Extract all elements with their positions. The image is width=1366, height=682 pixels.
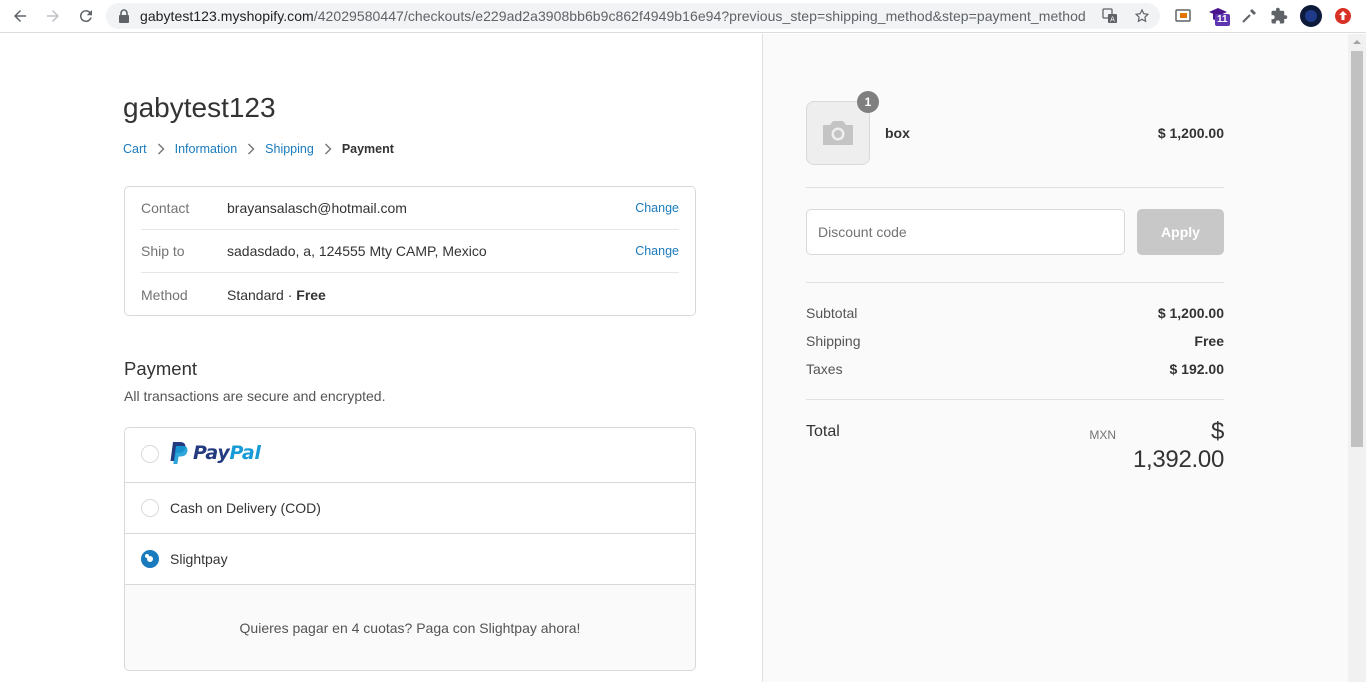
url-path: /42029580447/checkouts/e229ad2a3908bb6b9… bbox=[313, 8, 1086, 24]
divider bbox=[806, 282, 1224, 283]
store-name[interactable]: gabytest123 bbox=[123, 92, 276, 124]
breadcrumb-cart[interactable]: Cart bbox=[123, 142, 147, 156]
product-name: box bbox=[885, 125, 910, 141]
payment-option-cod[interactable]: Cash on Delivery (COD) bbox=[125, 483, 695, 534]
translate-icon[interactable]: A bbox=[1102, 8, 1118, 24]
payment-subtitle: All transactions are secure and encrypte… bbox=[124, 388, 386, 404]
paypal-wordmark-pal: Pal bbox=[229, 442, 261, 464]
review-value: Standard · Free bbox=[227, 287, 679, 303]
review-row-ship-to: Ship to sadasdado, a, 124555 Mty CAMP, M… bbox=[141, 230, 679, 273]
slightpay-description: Quieres pagar en 4 cuotas? Paga con Slig… bbox=[239, 620, 581, 636]
taxes-value: $ 192.00 bbox=[1169, 361, 1225, 377]
breadcrumb-payment: Payment bbox=[341, 142, 394, 156]
payment-title: Payment bbox=[124, 358, 198, 379]
cod-radio[interactable] bbox=[141, 499, 159, 517]
divider bbox=[806, 399, 1224, 400]
eyedropper-icon[interactable] bbox=[1239, 6, 1259, 26]
paypal-wordmark: PayPal bbox=[193, 442, 261, 464]
review-value: brayansalasch@hotmail.com bbox=[227, 200, 407, 216]
divider bbox=[806, 187, 1224, 188]
cod-label: Cash on Delivery (COD) bbox=[170, 500, 321, 516]
extension-grad-icon[interactable]: 11 bbox=[1206, 6, 1232, 26]
url-text: gabytest123.myshopify.com/42029580447/ch… bbox=[140, 8, 1086, 24]
slightpay-description-area: Quieres pagar en 4 cuotas? Paga con Slig… bbox=[125, 585, 695, 670]
apply-discount-button[interactable]: Apply bbox=[1137, 209, 1224, 255]
review-block: Contact brayansalasch@hotmail.com Change… bbox=[124, 186, 696, 316]
breadcrumb-information[interactable]: Information bbox=[175, 142, 238, 156]
discount-code-input[interactable] bbox=[806, 209, 1125, 255]
extension-badge: 11 bbox=[1215, 14, 1230, 26]
forward-button[interactable] bbox=[41, 4, 65, 28]
url-host: gabytest123.myshopify.com bbox=[140, 8, 314, 24]
back-button[interactable] bbox=[8, 4, 32, 28]
breadcrumb-shipping[interactable]: Shipping bbox=[265, 142, 314, 156]
browser-toolbar: gabytest123.myshopify.com/42029580447/ch… bbox=[0, 0, 1366, 33]
review-label: Method bbox=[141, 286, 188, 303]
product-price: $ 1,200.00 bbox=[1157, 125, 1224, 141]
paypal-radio[interactable] bbox=[141, 445, 159, 463]
chevron-right-icon bbox=[320, 143, 336, 155]
reload-icon bbox=[79, 10, 92, 23]
change-contact-link[interactable]: Change bbox=[635, 201, 679, 215]
taxes-label: Taxes bbox=[806, 361, 843, 377]
reload-button[interactable] bbox=[74, 4, 98, 28]
lock-icon bbox=[119, 9, 129, 23]
scrollbar-thumb[interactable] bbox=[1351, 51, 1363, 447]
payment-methods: PayPal Cash on Delivery (COD) Slightpay … bbox=[124, 427, 696, 671]
review-label: Contact bbox=[141, 200, 190, 216]
subtotal-label: Subtotal bbox=[806, 305, 858, 321]
checkout-page: gabytest123 Cart Information Shipping Pa… bbox=[0, 34, 1366, 682]
paypal-logo: PayPal bbox=[169, 441, 261, 465]
shipping-value: Free bbox=[1194, 333, 1224, 349]
quantity-badge: 1 bbox=[857, 91, 879, 113]
arrow-right-icon bbox=[47, 10, 59, 22]
review-label: Ship to bbox=[141, 243, 185, 259]
method-name: Standard · bbox=[227, 286, 297, 303]
arrow-left-icon bbox=[14, 10, 26, 22]
review-value: sadasdado, a, 124555 Mty CAMP, Mexico bbox=[227, 243, 487, 259]
review-row-contact: Contact brayansalasch@hotmail.com Change bbox=[141, 187, 679, 230]
total-value: $ 1,392.00 bbox=[1132, 418, 1224, 473]
payment-option-slightpay[interactable]: Slightpay bbox=[125, 534, 695, 585]
avatar[interactable] bbox=[1300, 5, 1322, 27]
breadcrumb: Cart Information Shipping Payment bbox=[123, 142, 394, 156]
cast-icon[interactable] bbox=[1173, 6, 1193, 26]
method-price: Free bbox=[296, 286, 326, 303]
paypal-icon bbox=[170, 442, 188, 464]
svg-text:A: A bbox=[1110, 16, 1115, 24]
star-icon[interactable] bbox=[1134, 8, 1150, 24]
camera-icon bbox=[823, 121, 853, 145]
paypal-wordmark-pay: Pay bbox=[193, 442, 230, 464]
subtotal-value: $ 1,200.00 bbox=[1157, 305, 1224, 321]
update-icon[interactable] bbox=[1333, 6, 1353, 26]
change-address-link[interactable]: Change bbox=[635, 244, 679, 258]
chevron-right-icon bbox=[243, 143, 259, 155]
address-bar[interactable]: gabytest123.myshopify.com/42029580447/ch… bbox=[106, 3, 1160, 29]
chevron-right-icon bbox=[153, 143, 169, 155]
total-label: Total bbox=[806, 423, 840, 440]
shipping-label: Shipping bbox=[806, 333, 861, 349]
payment-option-paypal[interactable]: PayPal bbox=[125, 428, 695, 483]
review-row-method: Method Standard · Free bbox=[141, 273, 679, 316]
slightpay-radio[interactable] bbox=[141, 550, 159, 568]
slightpay-label: Slightpay bbox=[170, 551, 228, 567]
puzzle-icon[interactable] bbox=[1269, 6, 1289, 26]
scroll-up-arrow-icon[interactable] bbox=[1351, 36, 1363, 48]
total-currency: MXN bbox=[1089, 428, 1116, 442]
